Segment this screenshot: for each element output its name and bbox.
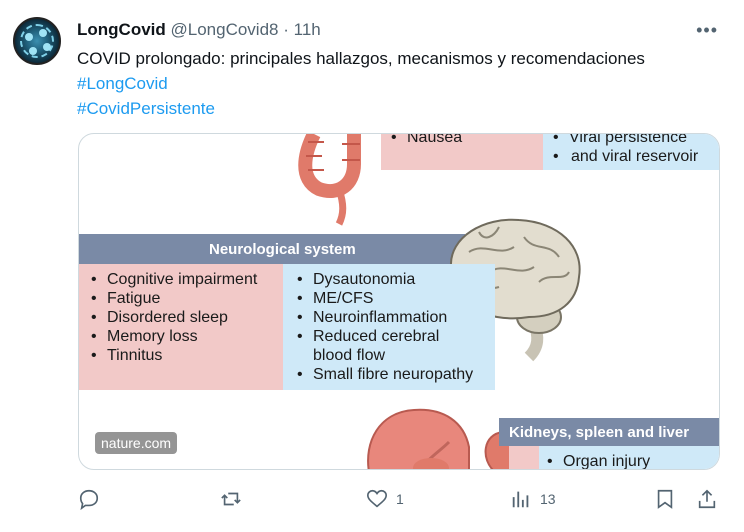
list-item: Memory loss [91,327,257,346]
list-item: ME/CFS [297,289,473,308]
bookmark-icon [657,489,673,509]
retweet-button[interactable] [220,484,242,514]
avatar-virus-dot [29,47,37,55]
tweet-time[interactable]: 11h [294,20,321,39]
hashtag-link[interactable]: #CovidPersistente [77,96,645,121]
list-item-text: blood flow [313,347,386,364]
list-item: Organ injury [547,452,650,469]
more-horizontal-icon[interactable]: ••• [696,20,718,41]
reply-icon [79,489,99,510]
tweet-text-line: COVID prolongado: principales hallazgos,… [77,49,645,68]
list-item: Fatigue [91,289,257,308]
reply-button[interactable] [78,484,100,514]
hashtag-link[interactable]: #LongCovid [77,71,645,96]
neurological-system-band: Neurological system [79,234,465,264]
list-item: Tinnitus [91,346,257,365]
list-item: Reduced cerebral [297,327,473,346]
tweet-action-bar: 1 13 [0,484,744,516]
author-name[interactable]: LongCovid [77,20,166,39]
share-button[interactable] [696,484,718,514]
neuro-right-list: Dysautonomia ME/CFS Neuroinflammation Re… [297,270,473,384]
retweet-icon [221,492,241,506]
watermark: nature.com [95,432,178,454]
neuro-left-list: Cognitive impairment Fatigue Disordered … [91,270,257,365]
views-button[interactable]: 13 [510,484,556,514]
kidney-list: Organ injury [547,452,650,469]
avatar-ring [20,24,54,58]
list-item: Viral persistence [553,134,698,147]
tweet-header: LongCovid @LongCovid8 · 11h [77,19,321,41]
list-item: Disordered sleep [91,308,257,327]
author-handle[interactable]: @LongCovid8 [171,20,279,39]
digestive-left-list: Nausea [391,134,462,147]
like-button[interactable]: 1 [366,484,404,514]
list-item: Nausea [391,134,462,147]
list-item: Small fibre neuropathy [297,365,473,384]
digestive-right-list: Viral persistence and viral reservoir [553,134,698,166]
list-item: and viral reservoir [553,147,698,166]
heart-icon [367,489,387,508]
tweet-media-image[interactable]: Nausea Viral persistence and viral reser… [78,133,720,470]
avatar-virus-dot [43,43,51,51]
like-count: 1 [396,491,404,507]
tweet-text: COVID prolongado: principales hallazgos,… [77,46,645,121]
list-item-continuation: blood flow [297,346,473,365]
views-chart-icon [512,491,529,508]
header-separator: · [283,20,289,39]
avatar[interactable] [13,17,61,65]
views-count: 13 [540,491,556,507]
kidneys-band: Kidneys, spleen and liver [499,418,719,446]
intestine-illustration [298,134,361,226]
avatar-virus-dot [39,29,47,37]
bookmark-button[interactable] [654,484,676,514]
kidney-pink-box [509,446,539,469]
avatar-virus-dot [25,33,33,41]
share-icon [698,489,716,509]
list-item: Dysautonomia [297,270,473,289]
list-item: Cognitive impairment [91,270,257,289]
list-item: Neuroinflammation [297,308,473,327]
